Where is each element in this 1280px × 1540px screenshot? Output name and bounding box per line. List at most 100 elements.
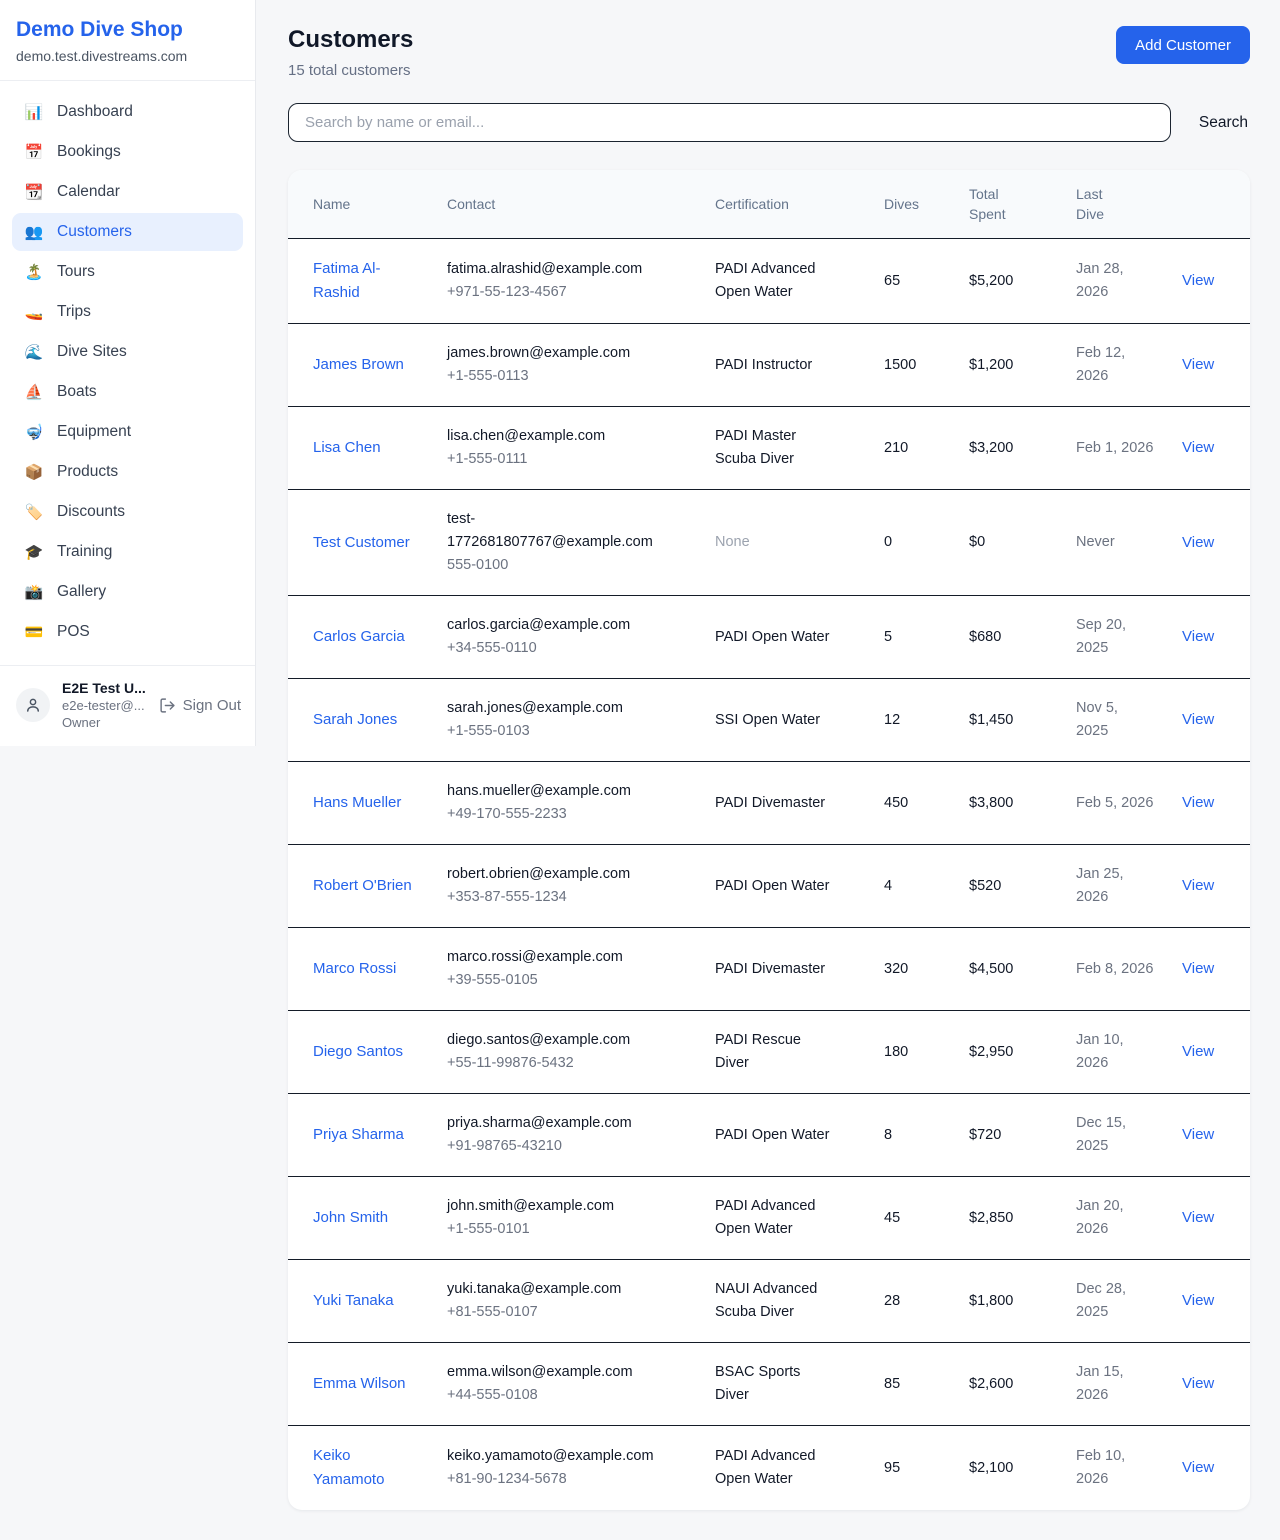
customer-name-link[interactable]: Hans Mueller — [313, 794, 401, 811]
customer-certification: PADI Divemaster — [701, 762, 870, 845]
view-link[interactable]: View — [1182, 439, 1214, 456]
customer-total-spent: $520 — [955, 845, 1062, 928]
customer-name-link[interactable]: Emma Wilson — [313, 1375, 406, 1392]
user-role: Owner — [62, 715, 147, 730]
customer-email: test-1772681807767@example.com — [447, 508, 661, 554]
sidebar-item-pos[interactable]: 💳 POS — [12, 613, 243, 651]
sidebar-item-bookings[interactable]: 📅 Bookings — [12, 133, 243, 171]
sidebar-item-dashboard[interactable]: 📊 Dashboard — [12, 93, 243, 131]
customer-email: diego.santos@example.com — [447, 1029, 661, 1052]
customer-name-link[interactable]: Sarah Jones — [313, 711, 397, 728]
user-name: E2E Test U... — [62, 680, 147, 696]
sidebar-item-calendar[interactable]: 📆 Calendar — [12, 173, 243, 211]
customer-email: fatima.alrashid@example.com — [447, 258, 661, 281]
view-link[interactable]: View — [1182, 794, 1214, 811]
customer-contact: emma.wilson@example.com +44-555-0108 — [433, 1343, 701, 1426]
customer-total-spent: $2,950 — [955, 1011, 1062, 1094]
page-subtitle: 15 total customers — [288, 62, 413, 79]
customer-phone: +353-87-555-1234 — [447, 886, 661, 909]
customer-certification: PADI Master Scuba Diver — [701, 407, 870, 490]
customer-email: keiko.yamamoto@example.com — [447, 1445, 661, 1468]
sidebar-item-equipment[interactable]: 🤿 Equipment — [12, 413, 243, 451]
customer-email: john.smith@example.com — [447, 1195, 661, 1218]
customer-phone: +1-555-0101 — [447, 1218, 661, 1241]
view-link[interactable]: View — [1182, 534, 1214, 551]
customer-name-link[interactable]: Yuki Tanaka — [313, 1292, 394, 1309]
customers-table: Name Contact Certification Dives Total S… — [288, 170, 1250, 1510]
customer-email: yuki.tanaka@example.com — [447, 1278, 661, 1301]
sidebar-item-products[interactable]: 📦 Products — [12, 453, 243, 491]
customer-contact: hans.mueller@example.com +49-170-555-223… — [433, 762, 701, 845]
customer-contact: priya.sharma@example.com +91-98765-43210 — [433, 1094, 701, 1177]
customer-name-link[interactable]: John Smith — [313, 1209, 388, 1226]
sidebar: Demo Dive Shop demo.test.divestreams.com… — [0, 0, 256, 746]
shop-title: Demo Dive Shop — [16, 18, 239, 42]
customer-contact: sarah.jones@example.com +1-555-0103 — [433, 679, 701, 762]
customer-name-link[interactable]: Lisa Chen — [313, 439, 381, 456]
customer-email: priya.sharma@example.com — [447, 1112, 661, 1135]
customer-name-link[interactable]: James Brown — [313, 356, 404, 373]
sidebar-item-customers[interactable]: 👥 Customers — [12, 213, 243, 251]
customer-certification: BSAC Sports Diver — [701, 1343, 870, 1426]
customer-email: carlos.garcia@example.com — [447, 614, 661, 637]
customer-name-link[interactable]: Marco Rossi — [313, 960, 396, 977]
view-link[interactable]: View — [1182, 960, 1214, 977]
view-link[interactable]: View — [1182, 1043, 1214, 1060]
customer-contact: fatima.alrashid@example.com +971-55-123-… — [433, 239, 701, 324]
customer-name-link[interactable]: Test Customer — [313, 534, 410, 551]
view-link[interactable]: View — [1182, 272, 1214, 289]
sidebar-header: Demo Dive Shop demo.test.divestreams.com — [0, 0, 255, 81]
view-link[interactable]: View — [1182, 877, 1214, 894]
sign-out-button[interactable]: Sign Out — [159, 697, 241, 714]
sidebar-item-training[interactable]: 🎓 Training — [12, 533, 243, 571]
customer-name-link[interactable]: Robert O'Brien — [313, 877, 412, 894]
shop-domain: demo.test.divestreams.com — [16, 48, 239, 64]
sidebar-item-boats[interactable]: ⛵ Boats — [12, 373, 243, 411]
sidebar-item-gallery[interactable]: 📸 Gallery — [12, 573, 243, 611]
sign-out-icon — [159, 697, 176, 714]
customer-certification: SSI Open Water — [701, 679, 870, 762]
customer-name-link[interactable]: Carlos Garcia — [313, 628, 405, 645]
customer-dives: 12 — [870, 679, 955, 762]
customer-last-dive: Sep 20, 2025 — [1062, 596, 1168, 679]
customer-email: sarah.jones@example.com — [447, 697, 661, 720]
customer-certification: NAUI Advanced Scuba Diver — [701, 1260, 870, 1343]
column-header-certification: Certification — [701, 170, 870, 239]
view-link[interactable]: View — [1182, 1459, 1214, 1476]
sidebar-item-tours[interactable]: 🏝️ Tours — [12, 253, 243, 291]
view-link[interactable]: View — [1182, 356, 1214, 373]
customer-dives: 450 — [870, 762, 955, 845]
search-input[interactable] — [288, 103, 1171, 142]
customer-contact: lisa.chen@example.com +1-555-0111 — [433, 407, 701, 490]
view-link[interactable]: View — [1182, 1375, 1214, 1392]
customer-email: robert.obrien@example.com — [447, 863, 661, 886]
customer-dives: 320 — [870, 928, 955, 1011]
table-row: Fatima Al-Rashid fatima.alrashid@example… — [288, 239, 1250, 324]
customer-email: james.brown@example.com — [447, 342, 661, 365]
customer-total-spent: $2,850 — [955, 1177, 1062, 1260]
customer-contact: john.smith@example.com +1-555-0101 — [433, 1177, 701, 1260]
search-button[interactable]: Search — [1197, 108, 1250, 138]
add-customer-button[interactable]: Add Customer — [1116, 26, 1250, 64]
sidebar-item-discounts[interactable]: 🏷️ Discounts — [12, 493, 243, 531]
page-header: Customers 15 total customers Add Custome… — [288, 26, 1250, 79]
sidebar-item-dive-sites[interactable]: 🌊 Dive Sites — [12, 333, 243, 371]
customer-total-spent: $2,100 — [955, 1426, 1062, 1511]
view-link[interactable]: View — [1182, 1126, 1214, 1143]
column-header-last-dive: Last Dive — [1062, 170, 1168, 239]
view-link[interactable]: View — [1182, 1292, 1214, 1309]
sidebar-item-trips[interactable]: 🚤 Trips — [12, 293, 243, 331]
view-link[interactable]: View — [1182, 628, 1214, 645]
customer-name-link[interactable]: Fatima Al-Rashid — [313, 260, 381, 301]
customer-certification: PADI Instructor — [701, 324, 870, 407]
customer-name-link[interactable]: Priya Sharma — [313, 1126, 404, 1143]
table-row: Yuki Tanaka yuki.tanaka@example.com +81-… — [288, 1260, 1250, 1343]
customer-name-link[interactable]: Diego Santos — [313, 1043, 403, 1060]
customer-total-spent: $1,450 — [955, 679, 1062, 762]
view-link[interactable]: View — [1182, 1209, 1214, 1226]
sidebar-user-footer: E2E Test U... e2e-tester@... Owner Sign … — [0, 665, 255, 746]
customer-name-link[interactable]: Keiko Yamamoto — [313, 1447, 384, 1488]
table-row: Marco Rossi marco.rossi@example.com +39-… — [288, 928, 1250, 1011]
view-link[interactable]: View — [1182, 711, 1214, 728]
column-header-name: Name — [288, 170, 433, 239]
